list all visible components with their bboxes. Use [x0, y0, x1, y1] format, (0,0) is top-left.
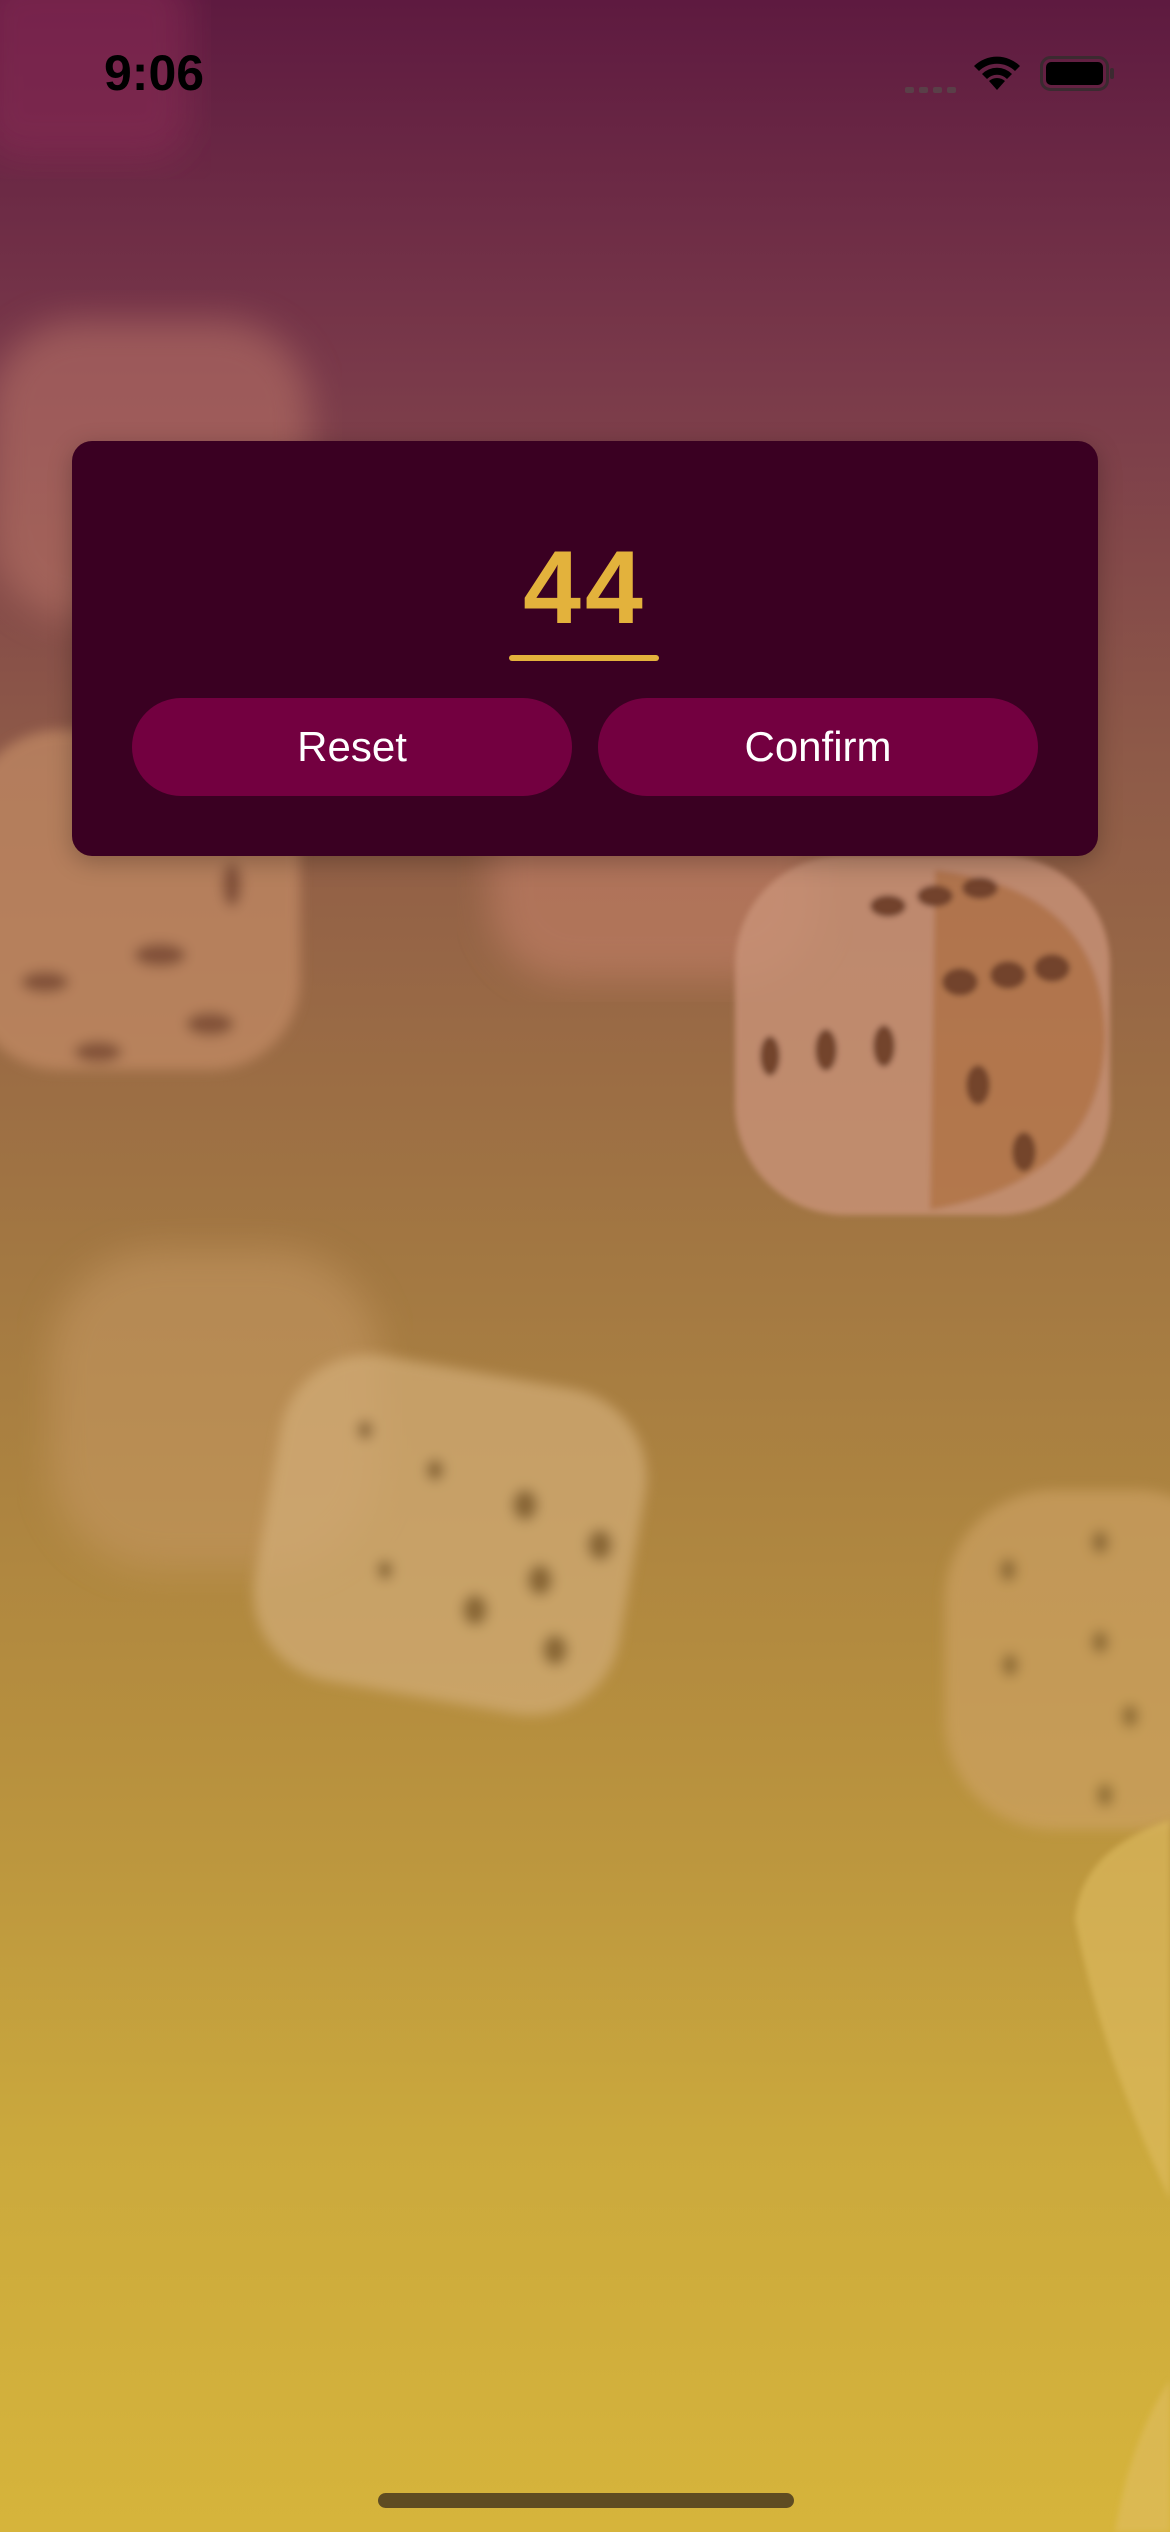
battery-icon: [1040, 56, 1116, 97]
home-indicator[interactable]: [378, 2493, 794, 2508]
value-dialog: 44 Reset Confirm: [72, 441, 1098, 856]
value-underline: [509, 655, 659, 661]
dice-background: [0, 0, 1170, 2532]
status-time: 9:06: [104, 45, 205, 101]
status-bar: 9:06: [0, 0, 1170, 150]
cellular-signal-icon: [905, 82, 959, 100]
confirm-button[interactable]: Confirm: [598, 698, 1038, 796]
value-display[interactable]: 44: [72, 529, 1098, 648]
wifi-icon: [970, 52, 1024, 97]
reset-button[interactable]: Reset: [132, 698, 572, 796]
